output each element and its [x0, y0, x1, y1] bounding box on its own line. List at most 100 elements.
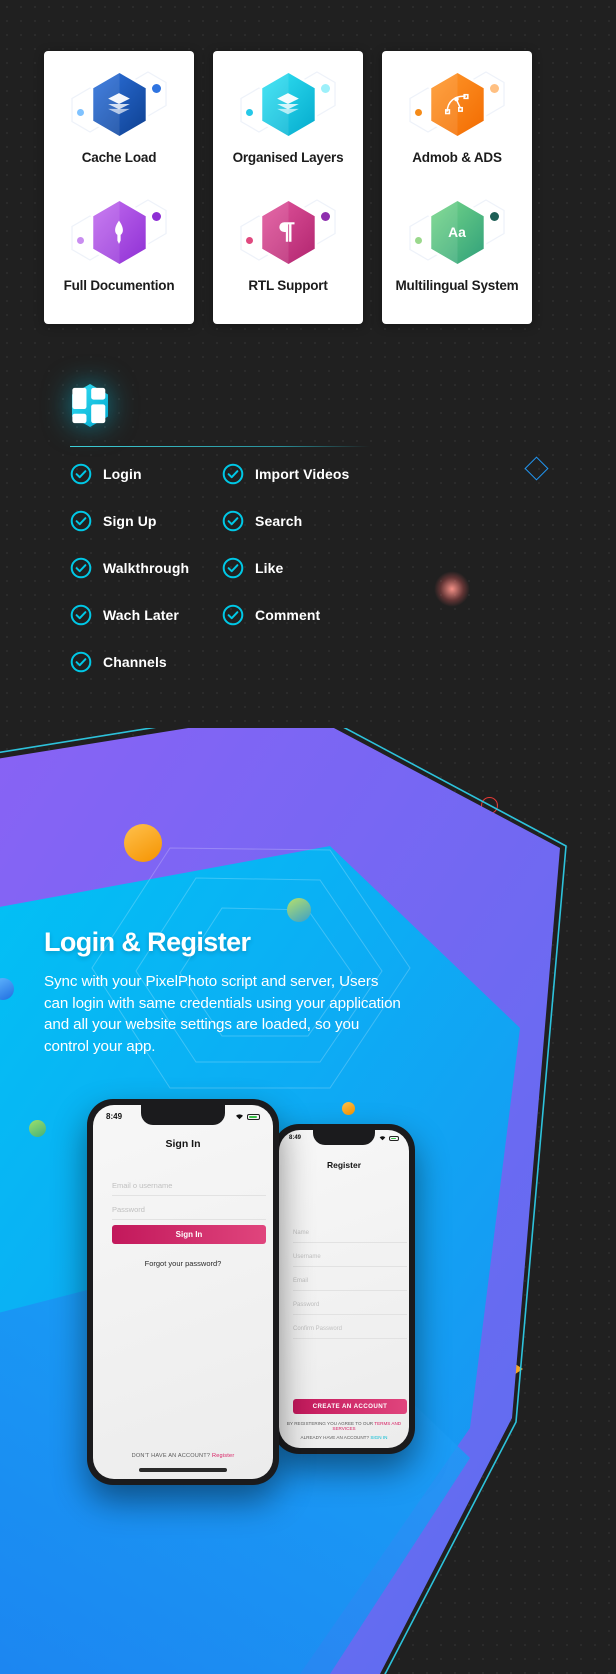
- create-account-button[interactable]: CREATE AN ACCOUNT: [293, 1399, 407, 1414]
- feature-list-label: Import Videos: [255, 466, 350, 482]
- aa-text-icon: Aa: [427, 197, 488, 267]
- feature-list-item[interactable]: Walkthrough: [70, 557, 222, 579]
- feature-cards-row: Cache Load Full Documention Organised Laye…: [44, 51, 532, 324]
- feature-item: Cache Load: [44, 63, 194, 191]
- hero-text-block: Login & Register Sync with your PixelPho…: [44, 927, 404, 1057]
- feature-title: Admob & ADS: [412, 150, 502, 165]
- feature-title: Full Documention: [63, 278, 175, 293]
- feature-list-item[interactable]: Import Videos: [222, 463, 374, 485]
- feature-list-item[interactable]: Like: [222, 557, 374, 579]
- accent-dot: [490, 212, 499, 221]
- paragraph-rtl-icon: [258, 197, 319, 267]
- feature-list-label: Search: [255, 513, 303, 529]
- pen-nib-icon: [89, 197, 150, 267]
- status-time: 8:49: [289, 1135, 302, 1141]
- layers-stack-icon-glyph: [258, 70, 319, 139]
- battery-icon: [247, 1113, 260, 1120]
- feature-list-item[interactable]: Comment: [222, 604, 374, 626]
- feature-list-item[interactable]: Wach Later: [70, 604, 222, 626]
- footer-prefix: ALREADY HAVE AN ACCOUNT?: [300, 1435, 370, 1440]
- register-confirm-field[interactable]: Confirm Password: [293, 1326, 342, 1332]
- feature-list-block: Login Import Videos Sign Up Search Walkthrou…: [70, 383, 370, 673]
- register-name-field[interactable]: Name: [293, 1230, 309, 1236]
- pink-glow-blob: [434, 571, 470, 607]
- password-field[interactable]: Password: [112, 1205, 145, 1214]
- feature-item: Organised Layers: [213, 63, 363, 191]
- feature-list-item[interactable]: Login: [70, 463, 222, 485]
- hero-body: Sync with your PixelPhoto script and ser…: [44, 973, 401, 1055]
- accent-dot: [321, 212, 330, 221]
- signin-link[interactable]: SIGN IN: [370, 1435, 387, 1440]
- register-username-field[interactable]: Username: [293, 1254, 321, 1260]
- footer-prefix: DON'T HAVE AN ACCOUNT?: [131, 1453, 211, 1459]
- wifi-icon: [236, 1114, 243, 1120]
- field-underline: [293, 1266, 407, 1267]
- signin-screen: 8:49 Sign In Email o username Password S…: [93, 1105, 273, 1479]
- feature-item: RTL Support: [213, 191, 363, 319]
- accent-dot: [152, 212, 161, 221]
- feature-checklist: Login Import Videos Sign Up Search Walkthrou…: [70, 463, 370, 673]
- feature-title: RTL Support: [248, 278, 328, 293]
- wifi-icon: [379, 1136, 386, 1141]
- vector-path-icon-glyph: [427, 70, 488, 139]
- field-underline: [112, 1219, 266, 1220]
- check-circle-icon: [222, 510, 244, 532]
- feature-list-item[interactable]: Channels: [70, 651, 222, 673]
- field-underline: [112, 1195, 266, 1196]
- feature-icon-wrap: [382, 63, 532, 145]
- feature-icon-wrap: [213, 191, 363, 273]
- field-underline: [293, 1290, 407, 1291]
- orange-bubble-small: [342, 1102, 355, 1115]
- feature-icon-wrap: [44, 63, 194, 145]
- pen-nib-icon-glyph: [89, 198, 150, 267]
- register-footer: DON'T HAVE AN ACCOUNT? Register: [103, 1453, 263, 1459]
- check-circle-icon: [222, 463, 244, 485]
- check-circle-icon: [70, 510, 92, 532]
- feature-item: Aa Multilingual System: [382, 191, 532, 319]
- notch: [313, 1130, 375, 1145]
- feature-list-label: Walkthrough: [103, 560, 190, 576]
- register-link[interactable]: Register: [212, 1453, 234, 1459]
- feature-card: Organised Layers RTL Support: [213, 51, 363, 324]
- feature-list-label: Channels: [103, 654, 167, 670]
- accent-dot: [152, 84, 161, 93]
- feature-title: Organised Layers: [232, 150, 344, 165]
- battery-icon: [389, 1135, 399, 1141]
- hex-dashboard-logo-icon: [70, 383, 110, 428]
- accent-dot: [415, 109, 422, 116]
- orange-bubble-large: [124, 824, 162, 862]
- feature-list-label: Comment: [255, 607, 321, 623]
- accent-dot: [321, 84, 330, 93]
- phone-mockup-register: 8:49 Register Name Username Email Passwo…: [273, 1124, 415, 1454]
- layers-stack-icon-glyph: [89, 70, 150, 139]
- field-underline: [293, 1242, 407, 1243]
- register-password-field[interactable]: Password: [293, 1302, 319, 1308]
- forgot-password-link[interactable]: Forgot your password?: [103, 1259, 263, 1268]
- signin-button[interactable]: Sign In: [112, 1225, 266, 1244]
- green-bubble-small: [29, 1120, 46, 1137]
- register-title: Register: [326, 1160, 361, 1170]
- diamond-outline-icon: [524, 456, 549, 481]
- feature-card: Admob & ADS Aa Multilingual System: [382, 51, 532, 324]
- feature-list-label: Wach Later: [103, 607, 179, 623]
- register-screen: 8:49 Register Name Username Email Passwo…: [279, 1130, 409, 1448]
- home-indicator: [139, 1468, 227, 1472]
- feature-list-label: Like: [255, 560, 284, 576]
- divider: [70, 446, 370, 447]
- check-circle-icon: [70, 651, 92, 673]
- register-email-field[interactable]: Email: [293, 1278, 308, 1284]
- layers-stack-icon: [89, 69, 150, 139]
- vector-path-icon: [427, 69, 488, 139]
- signin-title: Sign In: [165, 1138, 201, 1150]
- feature-icon-wrap: [44, 191, 194, 273]
- accent-dot: [415, 237, 422, 244]
- check-circle-icon: [70, 463, 92, 485]
- feature-icon-wrap: [213, 63, 363, 145]
- check-circle-icon: [70, 604, 92, 626]
- field-underline: [293, 1338, 407, 1339]
- feature-list-item[interactable]: Search: [222, 510, 374, 532]
- hero-title: Login & Register: [44, 927, 251, 957]
- feature-icon-wrap: Aa: [382, 191, 532, 273]
- feature-list-item[interactable]: Sign Up: [70, 510, 222, 532]
- email-field[interactable]: Email o username: [112, 1181, 172, 1190]
